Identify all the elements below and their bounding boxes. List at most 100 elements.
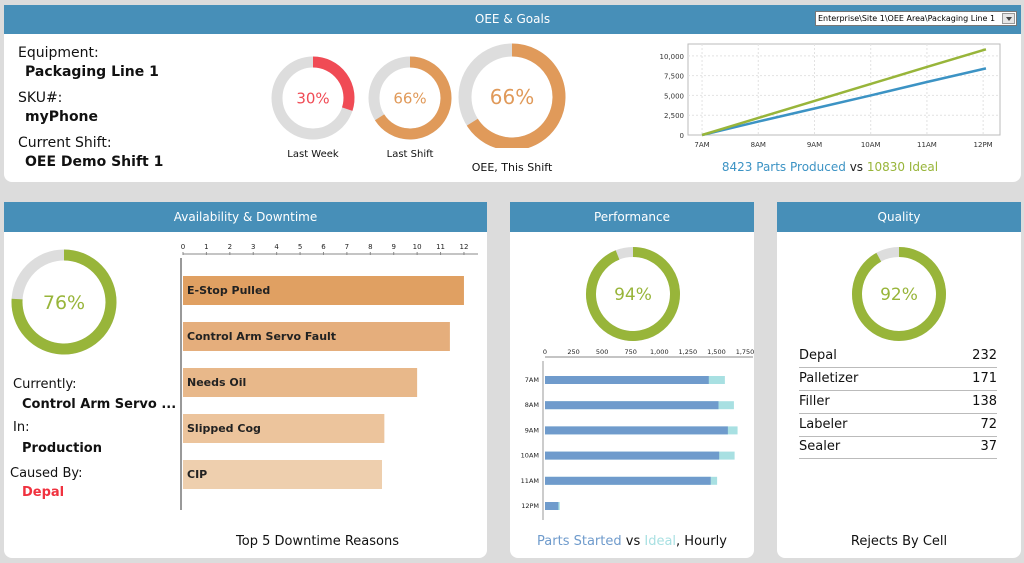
started-bar [545,476,711,485]
x-tick-label: 0 [543,348,547,356]
performance-title: Performance [593,210,671,224]
x-tick-label: 0 [181,243,185,251]
downtime-caption: Top 5 Downtime Reasons [236,534,399,549]
started-bar [545,426,728,435]
y-tick-label: 10AM [521,452,539,460]
currently-value: Control Arm Servo ... [22,397,177,412]
reject-row: Sealer 37 [799,436,997,459]
x-tick-label: 750 [625,348,637,356]
y-tick-label: 11AM [521,477,539,485]
shift-label: Current Shift: [18,135,112,151]
performance-gauge: 94% [586,247,680,341]
reject-count: 72 [980,417,997,432]
started-bar [545,451,720,460]
reject-row: Filler 138 [799,391,997,414]
x-tick-label: 4 [274,243,279,251]
downtime-bar-label: Control Arm Servo Fault [187,330,336,343]
reject-cell-name: Palletizer [799,371,859,386]
equipment-value: Packaging Line 1 [25,64,159,80]
perf-ideal-text: Ideal [644,534,677,549]
reject-row: Palletizer 171 [799,368,997,391]
x-tick-label: 10 [413,243,422,251]
hourly-bar-chart: 0 250 500 750 1,000 1,250 1,500 1,750 7AM 8AM 9AM 1… [521,348,755,520]
perf-hourly-text: , Hourly [676,534,727,549]
x-tick-label: 12PM [974,141,993,149]
y-tick-label: 12PM [521,502,539,510]
oee-goals-title: OEE & Goals [474,12,551,26]
gauge-caption-last-week: Last Week [287,149,339,160]
sku-value: myPhone [25,109,99,125]
production-summary: 8423 Parts Produced vs 10830 Ideal [650,160,1010,174]
x-tick-label: 8 [368,243,372,251]
parts-started-text: Parts Started [537,534,622,549]
y-tick-label: 2,500 [664,112,684,120]
x-tick-label: 1 [204,243,208,251]
reject-count: 138 [972,394,997,409]
shift-value: OEE Demo Shift 1 [25,154,164,170]
y-tick-label: 10,000 [660,53,685,61]
gauge-availability-value-text: 76% [43,292,85,314]
reject-row: Labeler 72 [799,414,997,437]
quality-gauge: 92% [852,247,946,341]
ideal-text: 10830 Ideal [866,160,939,174]
y-tick-label: 0 [680,132,684,140]
downtime-bar-label: Needs Oil [187,376,246,389]
x-tick-label: 9 [391,243,395,251]
started-bar [545,401,719,410]
oee-gauges: 30% 66% 66% [271,43,566,148]
x-tick-label: 1,500 [707,348,726,356]
x-tick-label: 12 [459,243,468,251]
plot-area [687,43,1001,136]
downtime-bar [183,460,383,489]
started-bar [545,502,559,510]
location-select-value: Enterprise\Site 1\OEE Area\Packaging Lin… [818,14,996,23]
x-tick-label: 1,250 [679,348,698,356]
x-tick-label: 11AM [917,141,937,149]
gauge-caption-this-shift: OEE, This Shift [471,161,553,174]
y-tick-label: 7AM [525,376,539,384]
x-tick-label: 6 [321,243,326,251]
x-tick-label: 11 [436,243,445,251]
caused-by-label: Caused By: [10,466,83,481]
availability-header: Availability & Downtime [4,202,487,232]
gauge-performance-value-text: 94% [614,285,652,305]
availability-title: Availability & Downtime [173,210,318,224]
location-select[interactable]: Enterprise\Site 1\OEE Area\Packaging Lin… [815,11,1017,26]
equipment-label: Equipment: [18,45,99,61]
x-tick-label: 2 [228,243,232,251]
y-tick-label: 9AM [525,426,539,434]
vs-text: vs [849,160,864,174]
parts-produced-line-chart: 0 2,500 5,000 7,500 10,000 7AM 8AM 9AM 10AM 11AM 1… [660,43,1001,149]
x-tick-label: 7 [345,243,349,251]
x-tick-label: 1,000 [650,348,669,356]
reject-cell-name: Sealer [799,439,841,454]
availability-gauge: 76% [11,249,117,355]
in-label: In: [13,420,30,435]
quality-caption: Rejects By Cell [850,534,948,549]
gauge-last-week-value-text: 30% [296,89,329,107]
x-tick-label: 10AM [861,141,881,149]
x-tick-label: 1,750 [736,348,755,356]
x-tick-label: 5 [298,243,302,251]
quality-title: Quality [877,210,921,224]
gauge-last-shift-value-text: 66% [393,89,426,107]
x-tick-label: 3 [251,243,255,251]
caused-by-value: Depal [22,485,65,500]
started-bar [545,376,709,384]
reject-cell-name: Depal [799,348,837,363]
reject-count: 232 [972,348,997,363]
chevron-down-icon[interactable] [1002,13,1015,24]
sku-label: SKU#: [18,90,63,106]
reject-cell-name: Filler [799,394,830,409]
gauge-quality-value-text: 92% [880,285,918,305]
in-value: Production [22,441,102,456]
downtime-bar-label: CIP [187,468,207,481]
currently-label: Currently: [13,377,77,392]
reject-row: Depal 232 [799,345,997,368]
performance-caption: Parts Started vs Ideal, Hourly [510,534,754,549]
x-tick-label: 500 [596,348,608,356]
x-tick-label: 9AM [807,141,822,149]
gauge-this-shift-value-text: 66% [490,85,534,109]
performance-header: Performance [510,202,754,232]
gauge-caption-last-shift: Last Shift [386,149,434,160]
